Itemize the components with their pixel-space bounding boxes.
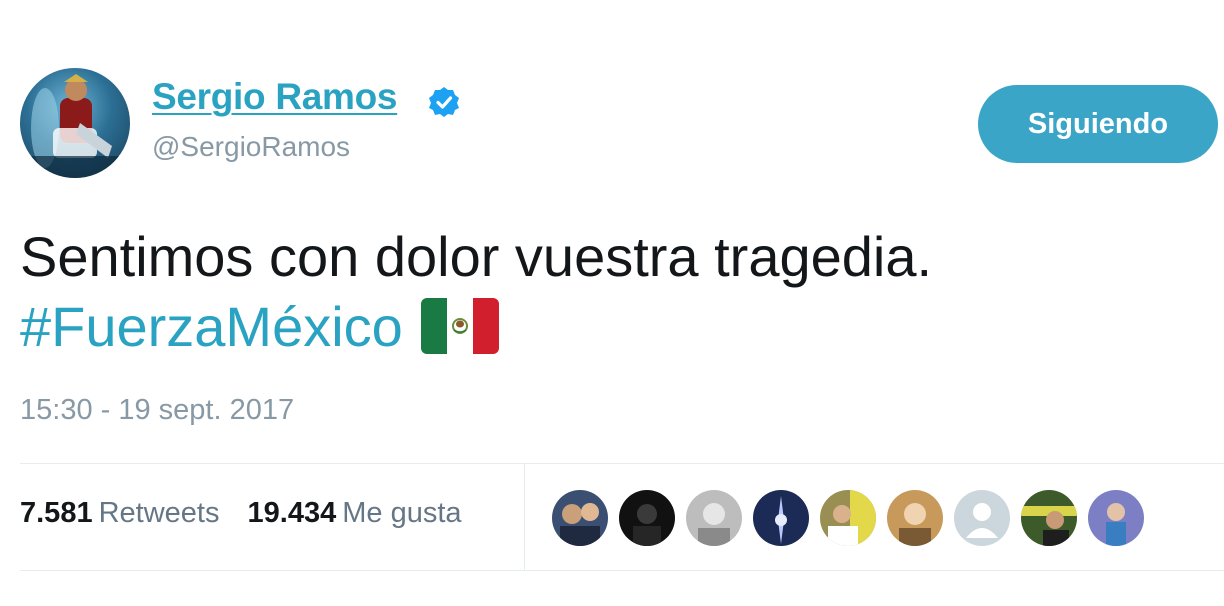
hashtag-link[interactable]: #FuerzaMéxico: [20, 295, 403, 358]
retweets-stat[interactable]: 7.581 Retweets: [20, 497, 219, 529]
liker-avatar[interactable]: [1088, 490, 1144, 546]
profile-avatar[interactable]: [20, 68, 130, 178]
liker-avatar[interactable]: [686, 490, 742, 546]
likers-avatars: [552, 490, 1144, 546]
liker-avatar[interactable]: [753, 490, 809, 546]
tweet-sentence: Sentimos con dolor vuestra tragedia.: [20, 225, 933, 288]
liker-avatar[interactable]: [820, 490, 876, 546]
likes-count: 19.434: [247, 497, 337, 529]
tweet-hashtag-line: #FuerzaMéxico: [20, 292, 932, 362]
retweets-label: Retweets: [98, 497, 220, 529]
divider: [20, 570, 1224, 571]
tweet-text: Sentimos con dolor vuestra tragedia. #Fu…: [20, 222, 932, 362]
tweet-timestamp[interactable]: 15:30 - 19 sept. 2017: [20, 394, 294, 427]
retweets-count: 7.581: [20, 497, 93, 529]
likes-label: Me gusta: [342, 497, 462, 529]
liker-avatar[interactable]: [887, 490, 943, 546]
default-avatar-icon[interactable]: [954, 490, 1010, 546]
verified-badge-icon: [429, 87, 459, 117]
liker-avatar[interactable]: [619, 490, 675, 546]
mexico-flag-icon: [420, 298, 499, 355]
divider: [20, 463, 1224, 464]
user-handle[interactable]: @SergioRamos: [152, 131, 350, 163]
following-button[interactable]: Siguiendo: [978, 85, 1218, 163]
divider-vertical: [524, 464, 525, 570]
liker-avatar[interactable]: [552, 490, 608, 546]
display-name[interactable]: Sergio Ramos: [152, 76, 398, 118]
likes-stat[interactable]: 19.434 Me gusta: [248, 497, 462, 529]
liker-avatar[interactable]: [1021, 490, 1077, 546]
tweet-stats: 7.581 Retweets 19.434 Me gusta: [20, 497, 482, 530]
